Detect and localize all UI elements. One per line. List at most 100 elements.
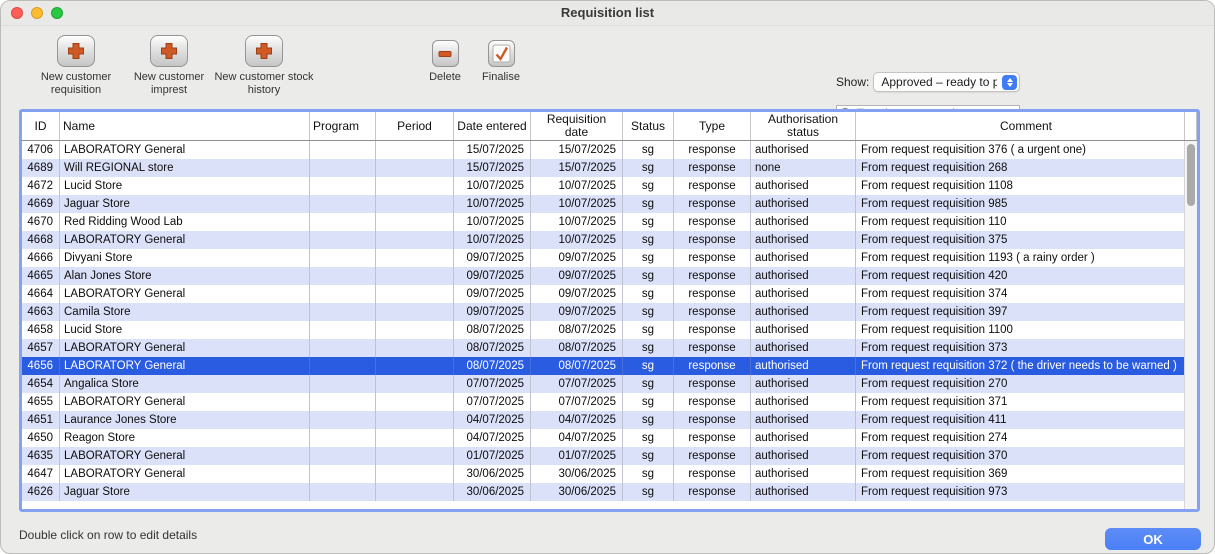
- cell-authorisation-status: authorised: [751, 267, 856, 285]
- table-row[interactable]: 4647 LABORATORY General 30/06/2025 30/06…: [22, 465, 1197, 483]
- cell-status: sg: [623, 375, 674, 393]
- table-row[interactable]: 4672 Lucid Store 10/07/2025 10/07/2025 s…: [22, 177, 1197, 195]
- new-customer-requisition-button[interactable]: New customer requisition: [26, 35, 126, 97]
- column-header-authorisation-status[interactable]: Authorisation status: [751, 112, 856, 140]
- new-customer-stock-history-button[interactable]: New customer stock history: [214, 35, 314, 97]
- table-body: 4706 LABORATORY General 15/07/2025 15/07…: [22, 141, 1197, 501]
- cell-id: 4672: [22, 177, 60, 195]
- cell-date-entered: 10/07/2025: [454, 195, 531, 213]
- cell-program: [310, 429, 376, 447]
- table-row[interactable]: 4626 Jaguar Store 30/06/2025 30/06/2025 …: [22, 483, 1197, 501]
- cell-comment: From request requisition 373: [856, 339, 1197, 357]
- column-header-comment[interactable]: Comment: [856, 112, 1197, 140]
- table-row[interactable]: 4666 Divyani Store 09/07/2025 09/07/2025…: [22, 249, 1197, 267]
- column-header-date-entered[interactable]: Date entered: [454, 112, 531, 140]
- table-row[interactable]: 4656 LABORATORY General 08/07/2025 08/07…: [22, 357, 1197, 375]
- show-dropdown[interactable]: Approved – ready to pro…: [873, 72, 1020, 92]
- table-row[interactable]: 4635 LABORATORY General 01/07/2025 01/07…: [22, 447, 1197, 465]
- cell-authorisation-status: authorised: [751, 465, 856, 483]
- table-row[interactable]: 4689 Will REGIONAL store 15/07/2025 15/0…: [22, 159, 1197, 177]
- cell-requisition-date: 10/07/2025: [531, 213, 623, 231]
- table-row[interactable]: 4670 Red Ridding Wood Lab 10/07/2025 10/…: [22, 213, 1197, 231]
- scrollbar-thumb[interactable]: [1187, 144, 1195, 206]
- cell-name: LABORATORY General: [60, 465, 310, 483]
- table-row[interactable]: 4655 LABORATORY General 07/07/2025 07/07…: [22, 393, 1197, 411]
- table-row[interactable]: 4664 LABORATORY General 09/07/2025 09/07…: [22, 285, 1197, 303]
- cell-type: response: [674, 339, 751, 357]
- cell-requisition-date: 30/06/2025: [531, 465, 623, 483]
- table-row[interactable]: 4665 Alan Jones Store 09/07/2025 09/07/2…: [22, 267, 1197, 285]
- title-bar: Requisition list: [1, 1, 1214, 26]
- cell-status: sg: [623, 447, 674, 465]
- cell-name: Divyani Store: [60, 249, 310, 267]
- cell-program: [310, 213, 376, 231]
- cell-id: 4658: [22, 321, 60, 339]
- cell-program: [310, 141, 376, 159]
- cell-date-entered: 10/07/2025: [454, 231, 531, 249]
- cell-name: Jaguar Store: [60, 195, 310, 213]
- cell-program: [310, 393, 376, 411]
- column-header-status[interactable]: Status: [623, 112, 674, 140]
- cell-program: [310, 303, 376, 321]
- cell-date-entered: 30/06/2025: [454, 465, 531, 483]
- cell-id: 4655: [22, 393, 60, 411]
- table-row[interactable]: 4706 LABORATORY General 15/07/2025 15/07…: [22, 141, 1197, 159]
- cell-type: response: [674, 465, 751, 483]
- new-customer-imprest-button[interactable]: New customer imprest: [119, 35, 219, 97]
- cell-program: [310, 465, 376, 483]
- window-title: Requisition list: [1, 5, 1214, 20]
- table-row[interactable]: 4657 LABORATORY General 08/07/2025 08/07…: [22, 339, 1197, 357]
- table-row[interactable]: 4669 Jaguar Store 10/07/2025 10/07/2025 …: [22, 195, 1197, 213]
- cell-authorisation-status: authorised: [751, 411, 856, 429]
- cell-status: sg: [623, 465, 674, 483]
- toolbar-button-label: Delete: [429, 71, 461, 84]
- cell-authorisation-status: authorised: [751, 429, 856, 447]
- cell-authorisation-status: authorised: [751, 213, 856, 231]
- finalise-button[interactable]: Finalise: [471, 40, 531, 84]
- table-row[interactable]: 4651 Laurance Jones Store 04/07/2025 04/…: [22, 411, 1197, 429]
- cell-id: 4651: [22, 411, 60, 429]
- table-row[interactable]: 4668 LABORATORY General 10/07/2025 10/07…: [22, 231, 1197, 249]
- table-row[interactable]: 4663 Camila Store 09/07/2025 09/07/2025 …: [22, 303, 1197, 321]
- cell-authorisation-status: authorised: [751, 141, 856, 159]
- column-header-requisition-date[interactable]: Requisition date: [531, 112, 623, 140]
- cell-comment: From request requisition 274: [856, 429, 1197, 447]
- cell-status: sg: [623, 357, 674, 375]
- toolbar: New customer requisition New customer im…: [1, 27, 1214, 109]
- cell-authorisation-status: authorised: [751, 447, 856, 465]
- cell-program: [310, 231, 376, 249]
- minus-icon: [432, 40, 459, 67]
- ok-button[interactable]: OK: [1105, 528, 1201, 550]
- table-row[interactable]: 4654 Angalica Store 07/07/2025 07/07/202…: [22, 375, 1197, 393]
- table-row[interactable]: 4650 Reagon Store 04/07/2025 04/07/2025 …: [22, 429, 1197, 447]
- cell-comment: From request requisition 973: [856, 483, 1197, 501]
- cell-status: sg: [623, 303, 674, 321]
- vertical-scrollbar[interactable]: [1184, 141, 1197, 509]
- cell-comment: From request requisition 375: [856, 231, 1197, 249]
- cell-requisition-date: 15/07/2025: [531, 159, 623, 177]
- cell-id: 4663: [22, 303, 60, 321]
- cell-authorisation-status: authorised: [751, 321, 856, 339]
- cell-date-entered: 15/07/2025: [454, 141, 531, 159]
- cell-requisition-date: 09/07/2025: [531, 303, 623, 321]
- cell-date-entered: 04/07/2025: [454, 429, 531, 447]
- cell-status: sg: [623, 429, 674, 447]
- cell-period: [376, 429, 454, 447]
- column-header-name[interactable]: Name: [60, 112, 310, 140]
- column-header-program[interactable]: Program: [310, 112, 376, 140]
- cell-status: sg: [623, 267, 674, 285]
- cell-name: Camila Store: [60, 303, 310, 321]
- table-row[interactable]: 4658 Lucid Store 08/07/2025 08/07/2025 s…: [22, 321, 1197, 339]
- cell-program: [310, 285, 376, 303]
- delete-button[interactable]: Delete: [417, 40, 473, 84]
- cell-type: response: [674, 141, 751, 159]
- column-header-period[interactable]: Period: [376, 112, 454, 140]
- cell-type: response: [674, 213, 751, 231]
- column-header-type[interactable]: Type: [674, 112, 751, 140]
- cell-type: response: [674, 411, 751, 429]
- column-header-id[interactable]: ID: [22, 112, 60, 140]
- cell-status: sg: [623, 339, 674, 357]
- cell-date-entered: 09/07/2025: [454, 249, 531, 267]
- cell-status: sg: [623, 393, 674, 411]
- cell-period: [376, 213, 454, 231]
